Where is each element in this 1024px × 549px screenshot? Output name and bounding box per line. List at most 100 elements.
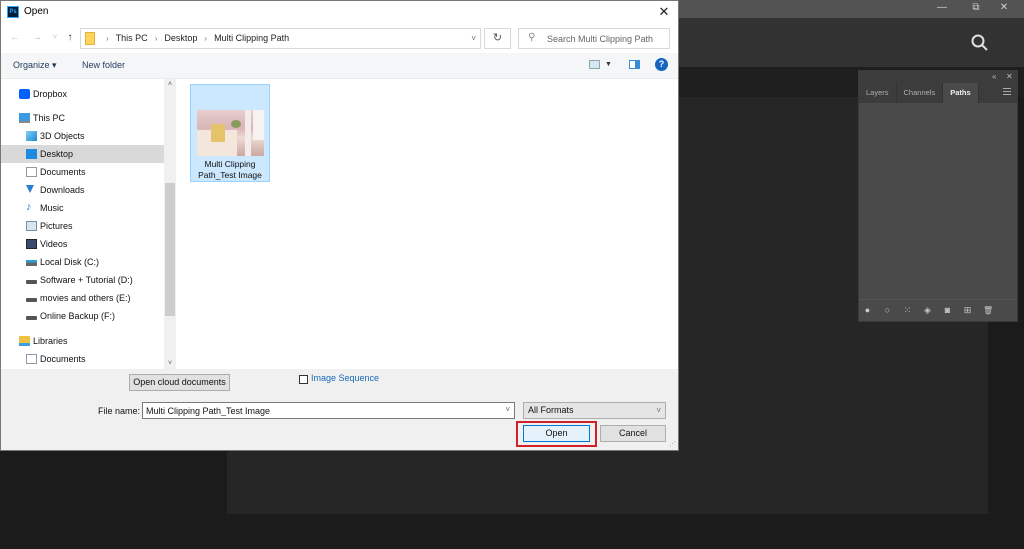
- preview-pane-icon[interactable]: [629, 60, 640, 69]
- sidebar-item-label: Local Disk (C:): [40, 257, 100, 267]
- file-format-select[interactable]: All Formats ˅: [523, 402, 666, 419]
- navigation-scrollbar[interactable]: ˄ ˅: [164, 79, 176, 369]
- fill-path-icon[interactable]: ●: [863, 306, 872, 315]
- navigation-bar: ← → ˅ ↑ › This PC › Desktop › Multi Clipping …: [1, 25, 678, 53]
- sidebar-item-3d-objects[interactable]: 3D Objects: [1, 127, 164, 145]
- sidebar-item-software-tutorial-d[interactable]: Software + Tutorial (D:): [1, 271, 164, 289]
- documents-icon: [26, 167, 37, 177]
- sidebar-item-music[interactable]: ♪ Music: [1, 199, 164, 217]
- scroll-down-icon[interactable]: ˅: [164, 360, 176, 367]
- back-arrow-icon[interactable]: ←: [9, 31, 21, 45]
- search-icon[interactable]: [970, 33, 990, 53]
- file-item[interactable]: Multi Clipping Path_Test Image: [190, 84, 270, 182]
- sidebar-item-movies-and-others-e[interactable]: movies and others (E:): [1, 289, 164, 307]
- desktop-icon: [26, 149, 37, 159]
- panel-footer: ● ○ ⁙ ◈ ◙ ⊞ 🗑: [859, 299, 1017, 321]
- sidebar-item-label: 3D Objects: [40, 131, 85, 141]
- address-bar[interactable]: › This PC › Desktop › Multi Clipping Path ˅: [80, 28, 481, 49]
- sidebar-item-desktop[interactable]: Desktop: [1, 145, 164, 163]
- image-thumbnail: [197, 110, 264, 156]
- folder-icon: [85, 32, 95, 45]
- tab-layers[interactable]: Layers: [859, 83, 897, 103]
- paths-panel: « ✕ Layers Channels Paths ● ○ ⁙ ◈ ◙ ⊞ 🗑: [858, 70, 1018, 322]
- cancel-button[interactable]: Cancel: [600, 425, 666, 442]
- refresh-button[interactable]: ↻: [484, 28, 511, 49]
- minimize-button[interactable]: —: [930, 0, 954, 16]
- sidebar-item-local-disk-c[interactable]: Local Disk (C:): [1, 253, 164, 271]
- sidebar-item-label: This PC: [33, 113, 66, 123]
- up-arrow-icon[interactable]: ↑: [64, 31, 76, 45]
- panel-menu-icon[interactable]: [1003, 88, 1011, 96]
- sidebar-item-this-pc[interactable]: This PC: [1, 109, 164, 127]
- chevron-down-icon: ˅: [656, 406, 661, 415]
- search-input[interactable]: [547, 31, 667, 46]
- sidebar-item-label: movies and others (E:): [40, 293, 131, 303]
- sidebar-item-label: Dropbox: [33, 89, 68, 99]
- breadcrumb-this-pc[interactable]: This PC: [116, 33, 148, 43]
- sidebar-item-videos[interactable]: Videos: [1, 235, 164, 253]
- sidebar-item-documents[interactable]: Documents: [1, 350, 164, 368]
- new-folder-button[interactable]: New folder: [82, 60, 125, 70]
- scroll-up-icon[interactable]: ˄: [164, 81, 176, 88]
- file-format-value: All Formats: [528, 405, 574, 415]
- open-cloud-documents-button[interactable]: Open cloud documents: [129, 374, 230, 391]
- panel-header: « ✕: [859, 71, 1017, 83]
- image-sequence-checkbox[interactable]: [299, 375, 308, 384]
- sidebar-item-label: Downloads: [40, 185, 85, 195]
- new-path-icon[interactable]: ⊞: [963, 306, 972, 315]
- add-mask-icon[interactable]: ◙: [943, 306, 952, 315]
- open-button[interactable]: Open: [523, 425, 590, 442]
- sidebar-item-documents[interactable]: Documents: [1, 163, 164, 181]
- sidebar-item-label: Documents: [40, 167, 86, 177]
- sidebar-item-label: Videos: [40, 239, 68, 249]
- help-icon[interactable]: ?: [655, 58, 668, 71]
- search-box[interactable]: ⚲: [518, 28, 670, 49]
- command-bar: Organize ▾ New folder ▼ ?: [1, 53, 678, 79]
- organize-button[interactable]: Organize ▾: [13, 60, 57, 71]
- chevron-down-icon[interactable]: ˅: [505, 405, 510, 414]
- tab-channels[interactable]: Channels: [897, 83, 944, 103]
- collapse-panel-icon[interactable]: «: [992, 71, 996, 83]
- sidebar-item-label: Online Backup (F:): [40, 311, 116, 321]
- delete-path-icon[interactable]: 🗑: [983, 306, 993, 315]
- sidebar-item-online-backup-f[interactable]: Online Backup (F:): [1, 307, 164, 325]
- close-icon[interactable]: ✕: [654, 3, 674, 21]
- image-sequence-label[interactable]: Image Sequence: [311, 373, 379, 383]
- stroke-path-icon[interactable]: ○: [883, 306, 892, 315]
- load-selection-icon[interactable]: ⁙: [903, 306, 912, 315]
- system-drive-icon: [26, 260, 37, 266]
- sidebar-item-label: Desktop: [40, 149, 74, 159]
- sidebar-item-pictures[interactable]: Pictures: [1, 217, 164, 235]
- scrollbar-thumb[interactable]: [165, 183, 175, 316]
- breadcrumb-separator: ›: [204, 34, 208, 43]
- sidebar-item-dropbox[interactable]: Dropbox: [1, 85, 164, 103]
- computer-icon: [19, 113, 30, 123]
- music-icon: ♪: [26, 201, 32, 213]
- drive-icon: [26, 298, 37, 302]
- open-dialog: Ps Open ✕ ← → ˅ ↑ › This PC › Desktop › Multi…: [0, 0, 679, 451]
- photoshop-logo-icon: Ps: [7, 6, 19, 18]
- file-name-input[interactable]: [146, 404, 496, 417]
- tab-paths[interactable]: Paths: [943, 83, 979, 103]
- breadcrumb-desktop[interactable]: Desktop: [164, 33, 197, 43]
- change-view-icon[interactable]: [589, 60, 600, 69]
- make-work-path-icon[interactable]: ◈: [923, 306, 932, 315]
- resize-grip-icon[interactable]: ⋰: [669, 440, 676, 448]
- file-name-combobox[interactable]: ˅: [142, 402, 515, 419]
- ps-close-button[interactable]: ✕: [992, 0, 1016, 16]
- dropbox-icon: [19, 89, 30, 99]
- view-options-dropdown[interactable]: ▼: [605, 61, 612, 68]
- sidebar-item-label: Libraries: [33, 336, 68, 346]
- 3d-objects-icon: [26, 131, 37, 141]
- restore-button[interactable]: ⧉: [964, 0, 988, 16]
- dialog-title: Open: [24, 6, 49, 17]
- close-panel-icon[interactable]: ✕: [1006, 71, 1013, 83]
- sidebar-item-libraries[interactable]: Libraries: [1, 332, 164, 350]
- forward-arrow-icon[interactable]: →: [31, 31, 43, 45]
- libraries-icon: [19, 336, 30, 346]
- breadcrumb-multi-clipping-path[interactable]: Multi Clipping Path: [214, 33, 289, 43]
- file-name-field-label: File name:: [98, 406, 141, 416]
- recent-locations-icon[interactable]: ˅: [49, 31, 61, 45]
- sidebar-item-downloads[interactable]: Downloads: [1, 181, 164, 199]
- chevron-down-icon[interactable]: ˅: [471, 31, 476, 46]
